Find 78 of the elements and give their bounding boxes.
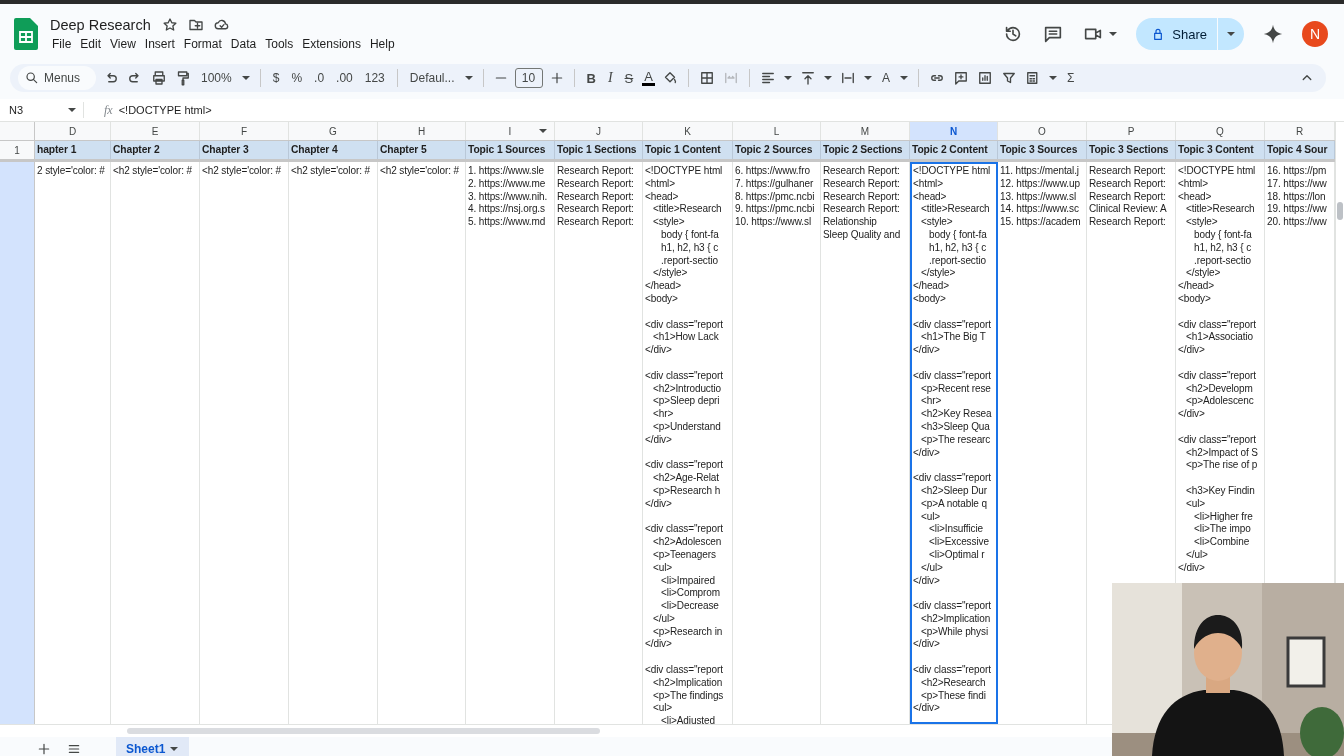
sheet-tab[interactable]: Sheet1 <box>116 737 190 756</box>
italic-button[interactable]: I <box>604 70 616 86</box>
font-size-field[interactable]: 10 <box>514 68 543 88</box>
menu-search-field[interactable]: Menus <box>18 66 96 90</box>
table-cell: <!DOCTYPE html <html> <head> <title>Research <style> body { font-fa h1, h2, h3 { c .report-sectio </style> </head> <body> <div class="report <h1>The Big T </div> <div class="report <p>Recent rese <hr> <h2>Key Resea <h3>Sleep Qua <p>The researc </div> <div class="report <h2>Sleep Dur <p>A notable q <ul> <li>Insufficie <li>Excessive <li>Optimal r </ul> </div> <div class="report <h2>Implication <p>While physi </div> <div class="report <h2>Research <p>These findi </div> <box>910 162 998 724</box>
share-menu-caret-icon[interactable] <box>1226 29 1236 39</box>
header-cell: Topic 2 Content <box>910 141 998 159</box>
header-cell: Topic 1 Sources <box>466 141 555 159</box>
name-box[interactable]: N3 <box>9 104 24 116</box>
function-label: fx <box>103 102 114 118</box>
column-header[interactable]: O <box>998 122 1087 140</box>
column-header[interactable]: K <box>643 122 733 140</box>
column-header[interactable]: L <box>733 122 821 140</box>
menu-item[interactable]: Tools <box>261 36 298 52</box>
horizontal-scrollbar-thumb[interactable] <box>127 728 600 734</box>
dropdown-caret-icon[interactable] <box>1108 29 1119 39</box>
dropdown-caret-icon[interactable] <box>862 73 873 83</box>
bold-button[interactable]: B <box>583 70 599 86</box>
header-cell: Topic 3 Content <box>1176 141 1265 159</box>
column-header[interactable]: N <box>910 122 998 140</box>
menu-item[interactable]: Insert <box>140 36 179 52</box>
dropdown-caret-icon[interactable] <box>463 73 474 83</box>
text-color-button[interactable]: A <box>642 70 655 86</box>
document-title[interactable]: Deep Research <box>48 17 153 33</box>
text-rotation-button[interactable]: A <box>878 71 893 85</box>
sheets-logo[interactable] <box>14 18 38 50</box>
strikethrough-button[interactable]: S <box>621 70 637 86</box>
header-cell: Topic 2 Sources <box>733 141 821 159</box>
column-menu-caret-icon[interactable] <box>538 126 548 136</box>
column-header[interactable]: E <box>111 122 200 140</box>
header-cell: Topic 2 Sections <box>821 141 910 159</box>
header-cell: Chapter 5 <box>378 141 466 159</box>
column-header[interactable]: G <box>289 122 378 140</box>
header-cell: Topic 3 Sources <box>998 141 1087 159</box>
header-cell: hapter 1 <box>35 141 111 159</box>
header-cell: Chapter 4 <box>289 141 378 159</box>
column-header[interactable]: F <box>200 122 289 140</box>
menu-item[interactable]: Help <box>365 36 399 52</box>
dropdown-caret-icon[interactable] <box>67 105 77 115</box>
zoom-dropdown[interactable]: 100% <box>198 71 235 85</box>
menu-item[interactable]: Extensions <box>298 36 365 52</box>
header-cell: Chapter 3 <box>200 141 289 159</box>
dropdown-caret-icon[interactable] <box>782 73 793 83</box>
menu-item[interactable]: View <box>106 36 140 52</box>
row-header[interactable]: 1 <box>0 141 35 159</box>
dropdown-caret-icon[interactable] <box>1047 73 1058 83</box>
functions-button[interactable]: Σ <box>1063 71 1078 85</box>
column-header[interactable]: J <box>555 122 643 140</box>
menu-item[interactable]: Format <box>179 36 226 52</box>
search-icon <box>24 70 40 86</box>
column-header[interactable]: D <box>35 122 111 140</box>
decrease-decimals-button[interactable]: .0 <box>311 71 328 85</box>
header-cell: Topic 3 Sections <box>1087 141 1176 159</box>
header-cell: Topic 1 Content <box>643 141 733 159</box>
percent-format-button[interactable]: % <box>288 71 306 85</box>
sheet-menu-caret-icon[interactable] <box>169 744 180 754</box>
column-header[interactable]: I <box>466 122 555 140</box>
column-header[interactable]: P <box>1087 122 1176 140</box>
column-header[interactable]: H <box>378 122 466 140</box>
print-icon[interactable] <box>150 69 168 87</box>
header-cell: Topic 4 Sour <box>1265 141 1335 159</box>
formula-field[interactable]: <!DOCTYPE html> <box>118 104 212 116</box>
currency-format-button[interactable]: $ <box>269 71 283 85</box>
header-cell: Topic 1 Sections <box>555 141 643 159</box>
menu-item[interactable]: Data <box>226 36 261 52</box>
menu-item[interactable]: Edit <box>76 36 106 52</box>
header-cell: Chapter 2 <box>111 141 200 159</box>
font-dropdown[interactable]: Defaul... <box>406 71 458 85</box>
column-header[interactable]: Q <box>1176 122 1265 140</box>
dropdown-caret-icon[interactable] <box>898 73 909 83</box>
vertical-scrollbar-thumb[interactable] <box>1337 202 1343 220</box>
dropdown-caret-icon[interactable] <box>822 73 833 83</box>
add-sheet-icon[interactable] <box>36 741 52 756</box>
menu-item[interactable]: File <box>48 36 76 52</box>
account-avatar[interactable]: N <box>1302 21 1328 47</box>
increase-decimals-button[interactable]: .00 <box>333 71 356 85</box>
number-format-button[interactable]: 123 <box>361 71 388 85</box>
dropdown-caret-icon[interactable] <box>240 73 251 83</box>
